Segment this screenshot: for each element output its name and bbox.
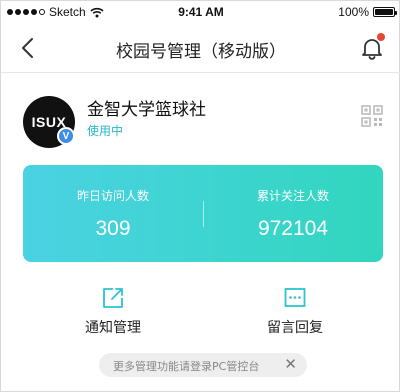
stat-label: 昨日访问人数 (76, 189, 149, 203)
navigation-bar: 校园号管理（移动版） (1, 23, 400, 73)
battery-percent: 100% (338, 5, 369, 19)
tip-text: 更多管理功能请登录PC管控台 (113, 360, 260, 373)
account-profile: ISUX V 金智大学篮球社 使用中 (1, 73, 400, 163)
notification-dot (377, 33, 385, 41)
status-bar: Sketch 9:41 AM 100% (1, 1, 400, 23)
verified-badge: V (57, 127, 75, 145)
message-dots-icon (284, 288, 306, 307)
stat-total-followers: 累计关注人数 972104 (203, 165, 383, 262)
status-right: 100% (338, 5, 397, 19)
stat-value: 972104 (257, 217, 329, 240)
qr-code-icon[interactable] (361, 105, 383, 127)
battery-icon (373, 7, 397, 17)
stats-card: 昨日访问人数 309 累计关注人数 972104 (23, 165, 383, 262)
action-label: 留言回复 (267, 320, 323, 336)
message-reply-button[interactable]: 留言回复 (235, 287, 355, 337)
account-status: 使用中 (87, 124, 124, 138)
page-title: 校园号管理（移动版） (116, 42, 286, 62)
notice-management-button[interactable]: 通知管理 (53, 287, 173, 337)
stat-label: 累计关注人数 (256, 189, 329, 203)
close-icon[interactable]: ✕ (284, 355, 297, 373)
action-label: 通知管理 (85, 320, 141, 336)
edit-square-icon (103, 288, 123, 308)
pc-console-tip: 更多管理功能请登录PC管控台 ✕ (99, 353, 307, 377)
account-name: 金智大学篮球社 (87, 100, 206, 120)
app-screen: Sketch 9:41 AM 100% 校园号管理（移动版） ISUX V 金智… (0, 0, 400, 392)
stat-yesterday-visits: 昨日访问人数 309 (23, 165, 203, 262)
stat-value: 309 (95, 217, 131, 240)
